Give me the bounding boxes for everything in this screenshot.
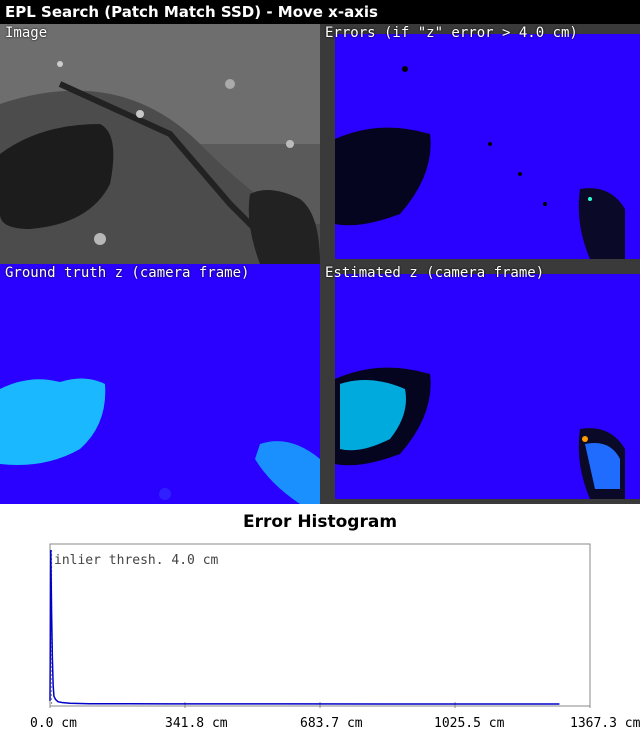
x-tick-label-2: 683.7 cm (300, 716, 363, 731)
estimated-depth-map (320, 264, 640, 504)
histogram-title: Error Histogram (242, 512, 398, 532)
inlier-threshold-label: inlier thresh. 4.0 cm (54, 553, 219, 568)
ground-truth-panel-label: Ground truth z (camera frame) (5, 265, 250, 281)
errors-panel-label: Errors (if "z" error > 4.0 cm) (325, 25, 578, 41)
camera-image (0, 24, 320, 264)
ground-truth-depth-map (0, 264, 320, 504)
estimated-panel: Estimated z (camera frame) (320, 264, 640, 504)
image-panel-label: Image (5, 25, 48, 41)
x-tick-label-0: 0.0 cm (30, 716, 77, 731)
estimated-panel-label: Estimated z (camera frame) (325, 265, 545, 281)
error-map (320, 24, 640, 264)
x-tick-label-3: 1025.5 cm (434, 716, 505, 731)
histogram-frame (49, 543, 591, 707)
window-title: EPL Search (Patch Match SSD) - Move x-ax… (0, 0, 640, 24)
x-tick-label-1: 341.8 cm (165, 716, 228, 731)
x-tick-label-4: 1367.3 cm (570, 716, 640, 731)
image-panel: Image (0, 24, 320, 264)
ground-truth-panel: Ground truth z (camera frame) (0, 264, 320, 504)
errors-panel: Errors (if "z" error > 4.0 cm) (320, 24, 640, 264)
